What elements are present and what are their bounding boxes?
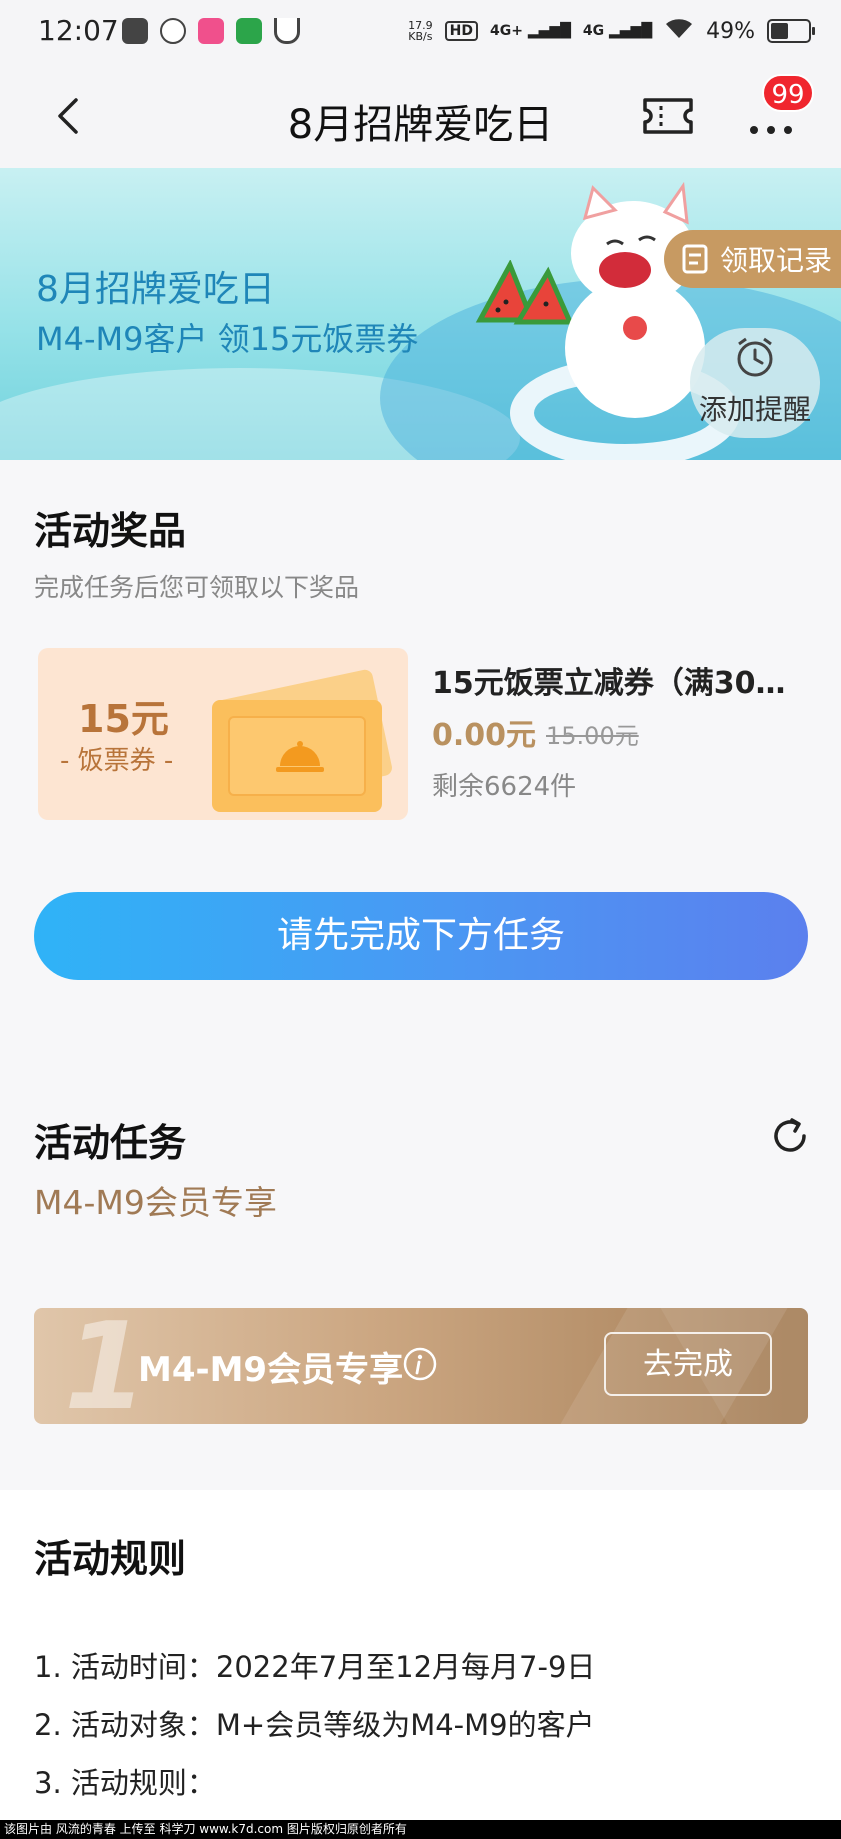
banner-subtitle: M4-M9客户 领15元饭票券 — [36, 320, 419, 358]
rules-section: 活动规则 1. 活动时间：2022年7月至12月每月7-9日 2. 活动对象：M… — [0, 1490, 841, 1820]
task-section-subtitle: M4-M9会员专享 — [34, 1183, 277, 1222]
rule-line: 1. 活动时间：2022年7月至12月每月7-9日 — [34, 1650, 596, 1684]
prize-type: - 饭票券 - — [60, 746, 174, 776]
app-cup-icon — [274, 18, 300, 44]
rule-line: 3. 活动规则： — [34, 1766, 216, 1800]
records-icon — [682, 244, 708, 274]
rules-title: 活动规则 — [34, 1537, 187, 1581]
battery-icon — [767, 19, 815, 43]
prize-price: 0.00元 — [432, 718, 537, 753]
task-label: M4-M9会员专享 — [138, 1350, 404, 1390]
complete-tasks-button[interactable]: 请先完成下方任务 — [34, 892, 808, 980]
add-reminder-label: 添加提醒 — [698, 393, 811, 426]
watermark-footer: 该图片由 风流的青春 上传至 科学刀 www.k7d.com 图片版权归原创者所… — [0, 1820, 841, 1839]
prize-original-price: 15.00元 — [546, 722, 639, 750]
page-title: 8月招牌爱吃日 — [287, 102, 554, 148]
nav-bar: 8月招牌爱吃日 99 — [0, 66, 841, 168]
go-complete-button[interactable]: 去完成 — [604, 1332, 772, 1396]
promo-banner: 8月招牌爱吃日 M4-M9客户 领15元饭票券 领取记录 添加提醒 — [0, 168, 841, 460]
alarm-clock-icon — [737, 337, 773, 377]
hd-icon: HD — [444, 21, 478, 41]
app-green-icon — [236, 18, 262, 44]
status-time: 12:07 — [38, 14, 119, 47]
prize-section-subtitle: 完成任务后您可领取以下奖品 — [34, 573, 360, 602]
prize-name[interactable]: 15元饭票立减券（满30元可用） — [432, 658, 812, 702]
prize-amount: 15元 — [78, 697, 169, 741]
notification-icons — [122, 18, 300, 44]
battery-percent: 49% — [706, 18, 755, 44]
coupon-icon[interactable] — [642, 96, 694, 136]
app-pink-icon — [198, 18, 224, 44]
task-card: 1 M4-M9会员专享 去完成 — [34, 1308, 808, 1424]
refresh-icon[interactable] — [768, 1114, 812, 1158]
message-badge: 99 — [762, 74, 814, 112]
wifi-icon — [664, 16, 694, 46]
status-right: 17.9 KB/s HD 4G+ ▂▄▆█ 4G ▂▄▆█ 49% — [408, 16, 815, 46]
signal-4g-plus-icon: 4G+ ▂▄▆█ — [489, 23, 571, 39]
add-reminder-button[interactable]: 添加提醒 — [690, 328, 820, 438]
rule-line: 2. 活动对象：M+会员等级为M4-M9的客户 — [34, 1708, 595, 1742]
task-number: 1 — [64, 1308, 148, 1424]
prize-image[interactable]: 15元 - 饭票券 - — [38, 648, 408, 820]
status-bar: 12:07 17.9 KB/s HD 4G+ ▂▄▆█ 4G ▂▄▆█ 49% — [0, 0, 841, 66]
prize-stock: 剩余6624件 — [432, 772, 577, 802]
task-section-title: 活动任务 — [34, 1121, 187, 1165]
prize-section-title: 活动奖品 — [34, 509, 187, 553]
tieba-icon — [122, 18, 148, 44]
claim-records-button[interactable]: 领取记录 — [664, 230, 841, 288]
banner-title: 8月招牌爱吃日 — [36, 269, 275, 310]
claim-records-label: 领取记录 — [720, 244, 833, 277]
ticket-graphic — [212, 700, 382, 812]
net-speed: 17.9 KB/s — [408, 19, 433, 43]
info-icon[interactable] — [402, 1346, 438, 1382]
weibo-icon — [160, 18, 186, 44]
signal-4g-icon: 4G ▂▄▆█ — [582, 23, 653, 39]
cloche-icon — [276, 741, 324, 772]
